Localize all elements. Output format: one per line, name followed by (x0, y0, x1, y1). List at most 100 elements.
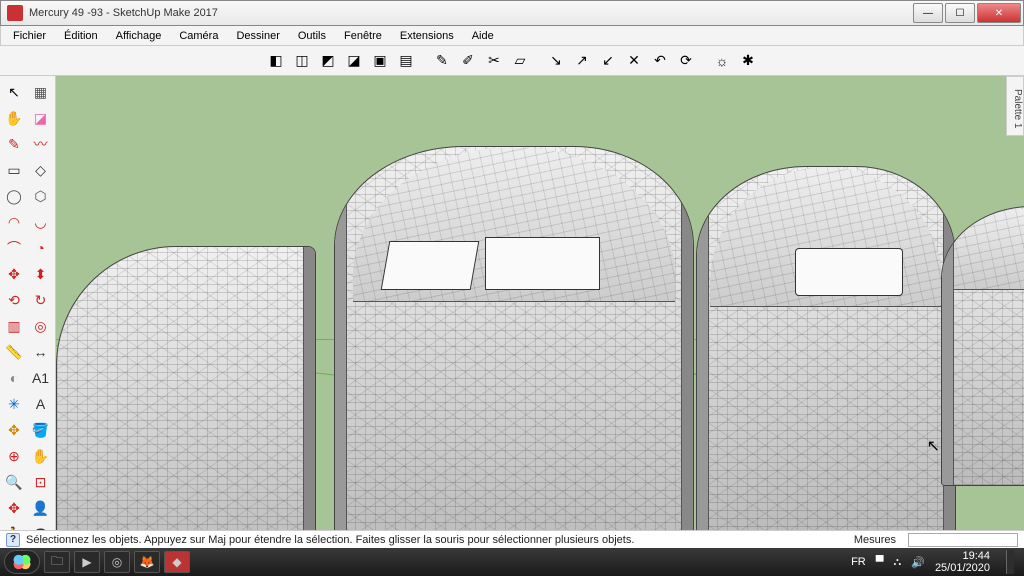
taskbar: 🗀 ▶ ◎ 🦊 ◆ FR ▀ ⛬ 🔊 19:44 25/01/2020 (0, 548, 1024, 576)
tool-sun[interactable]: ☼ (710, 49, 734, 73)
tool-arrow-red[interactable]: ↘ (544, 49, 568, 73)
tool-eraser[interactable]: ◪ (29, 106, 53, 130)
tool-freehand[interactable]: 〰 (29, 132, 53, 156)
tool-paint[interactable]: 🪣 (29, 418, 53, 442)
tray-date: 25/01/2020 (935, 562, 990, 574)
tool-move[interactable]: ✥ (2, 262, 26, 286)
tool-section[interactable]: ✥ (2, 418, 26, 442)
tool-arc[interactable]: ◠ (2, 210, 26, 234)
tool-scale[interactable]: ▥ (2, 314, 26, 338)
tool-cube-shaded[interactable]: ◩ (316, 49, 340, 73)
tool-arrow-undo[interactable]: ↶ (648, 49, 672, 73)
taskbar-media[interactable]: ▶ (74, 551, 100, 573)
main-area: ↖▦✋◪✎〰▭◇◯⬡◠◡⌒◔✥⬍⟲↻▥◎📏↔◐A1✳A✥🪣⊕✋🔍⊡✥👤🚶👁 ↖ (0, 76, 1024, 530)
tool-pie[interactable]: ◔ (29, 236, 53, 260)
windshield (381, 241, 479, 290)
menu-aide[interactable]: Aide (464, 28, 502, 44)
tray-network-icon[interactable]: ⛬ (894, 556, 902, 569)
top-toolbar: ◧◫◩◪▣▤ ✎✐✂▱ ↘↗↙✕↶⟳ ☼✱ (0, 46, 1024, 76)
maximize-button[interactable]: ☐ (945, 3, 975, 23)
taskbar-firefox[interactable]: 🦊 (134, 551, 160, 573)
menu-outils[interactable]: Outils (290, 28, 334, 44)
tool-cube-solid[interactable]: ◧ (264, 49, 288, 73)
tool-cube-mono[interactable]: ▣ (368, 49, 392, 73)
menu-fichier[interactable]: Fichier (5, 28, 54, 44)
tool-select[interactable]: ↖ (2, 80, 26, 104)
tool-arc2[interactable]: ◡ (29, 210, 53, 234)
app-icon (7, 5, 23, 21)
viewport-3d[interactable]: ↖ (56, 76, 1024, 530)
tool-offset[interactable]: ◎ (29, 314, 53, 338)
status-hint: Sélectionnez les objets. Appuyez sur Maj… (26, 534, 842, 546)
tray-clock[interactable]: 19:44 25/01/2020 (935, 550, 990, 574)
tool-hand[interactable]: ✋ (2, 106, 26, 130)
help-icon[interactable]: ? (6, 533, 20, 547)
tool-pencil[interactable]: ✎ (2, 132, 26, 156)
status-bar: ? Sélectionnez les objets. Appuyez sur M… (0, 530, 1024, 548)
system-tray: FR ▀ ⛬ 🔊 19:44 25/01/2020 (851, 550, 1020, 574)
tool-tape[interactable]: 📏 (2, 340, 26, 364)
tool-orbit[interactable]: ⊕ (2, 444, 26, 468)
menu-dessiner[interactable]: Dessiner (228, 28, 287, 44)
close-button[interactable]: ✕ (977, 3, 1021, 23)
tool-brush-red[interactable]: ✎ (430, 49, 454, 73)
model-slice-rear[interactable] (941, 206, 1024, 486)
tool-zoom[interactable]: 🔍 (2, 470, 26, 494)
menu-édition[interactable]: Édition (56, 28, 106, 44)
tool-circle[interactable]: ◯ (2, 184, 26, 208)
titlebar: Mercury 49 -93 - SketchUp Make 2017 — ☐ … (0, 0, 1024, 26)
tool-pan[interactable]: ✋ (29, 444, 53, 468)
tool-zoomwin[interactable]: ⊡ (29, 470, 53, 494)
tool-gear[interactable]: ✱ (736, 49, 760, 73)
tray-time: 19:44 (935, 550, 990, 562)
tool-cube-texture[interactable]: ◪ (342, 49, 366, 73)
tool-brush-cut[interactable]: ✂ (482, 49, 506, 73)
measure-input[interactable] (908, 533, 1018, 547)
model-slice-cabin-front[interactable] (334, 146, 694, 530)
tool-position[interactable]: 👤 (29, 496, 53, 520)
menu-fenêtre[interactable]: Fenêtre (336, 28, 390, 44)
tool-3dtext[interactable]: A (29, 392, 53, 416)
tool-followme[interactable]: ↻ (29, 288, 53, 312)
tool-lasso[interactable]: ▦ (29, 80, 53, 104)
tool-zoomext[interactable]: ✥ (2, 496, 26, 520)
menubar: FichierÉditionAffichageCaméraDessinerOut… (0, 26, 1024, 46)
tool-arc3[interactable]: ⌒ (2, 236, 26, 260)
taskbar-explorer[interactable]: 🗀 (44, 551, 70, 573)
tool-arrow-rotate[interactable]: ⟳ (674, 49, 698, 73)
start-button[interactable] (4, 550, 40, 574)
tool-brush-orange[interactable]: ✐ (456, 49, 480, 73)
tool-arrow-cut[interactable]: ✕ (622, 49, 646, 73)
tool-text[interactable]: A1 (29, 366, 53, 390)
tray-lang[interactable]: FR (851, 556, 866, 568)
menu-affichage[interactable]: Affichage (108, 28, 170, 44)
model-slice-front[interactable] (56, 246, 316, 530)
taskbar-chrome[interactable]: ◎ (104, 551, 130, 573)
window-rear-side (795, 248, 903, 296)
tool-rotate[interactable]: ⟲ (2, 288, 26, 312)
tray-volume-icon[interactable]: 🔊 (911, 556, 925, 569)
tool-rect[interactable]: ▭ (2, 158, 26, 182)
measure-label: Mesures (848, 534, 902, 546)
tool-protractor[interactable]: ◐ (2, 366, 26, 390)
tool-dimension[interactable]: ↔ (29, 340, 53, 364)
tool-arrow-orange[interactable]: ↗ (570, 49, 594, 73)
tool-cube-xray[interactable]: ▤ (394, 49, 418, 73)
left-toolbar: ↖▦✋◪✎〰▭◇◯⬡◠◡⌒◔✥⬍⟲↻▥◎📏↔◐A1✳A✥🪣⊕✋🔍⊡✥👤🚶👁 (0, 76, 56, 530)
tool-arrow-green[interactable]: ↙ (596, 49, 620, 73)
tool-rotrect[interactable]: ◇ (29, 158, 53, 182)
tool-eraser[interactable]: ▱ (508, 49, 532, 73)
model-slice-cabin-rear[interactable] (696, 166, 956, 530)
minimize-button[interactable]: — (913, 3, 943, 23)
menu-extensions[interactable]: Extensions (392, 28, 462, 44)
tool-polygon[interactable]: ⬡ (29, 184, 53, 208)
palette-tab[interactable]: Palette 1 (1006, 76, 1024, 136)
show-desktop-button[interactable] (1006, 550, 1014, 574)
window-title: Mercury 49 -93 - SketchUp Make 2017 (29, 7, 913, 19)
taskbar-sketchup[interactable]: ◆ (164, 551, 190, 573)
menu-caméra[interactable]: Caméra (171, 28, 226, 44)
tray-flag-icon[interactable]: ▀ (876, 556, 884, 568)
tool-cube-wire[interactable]: ◫ (290, 49, 314, 73)
tool-pushpull[interactable]: ⬍ (29, 262, 53, 286)
tool-axes[interactable]: ✳ (2, 392, 26, 416)
